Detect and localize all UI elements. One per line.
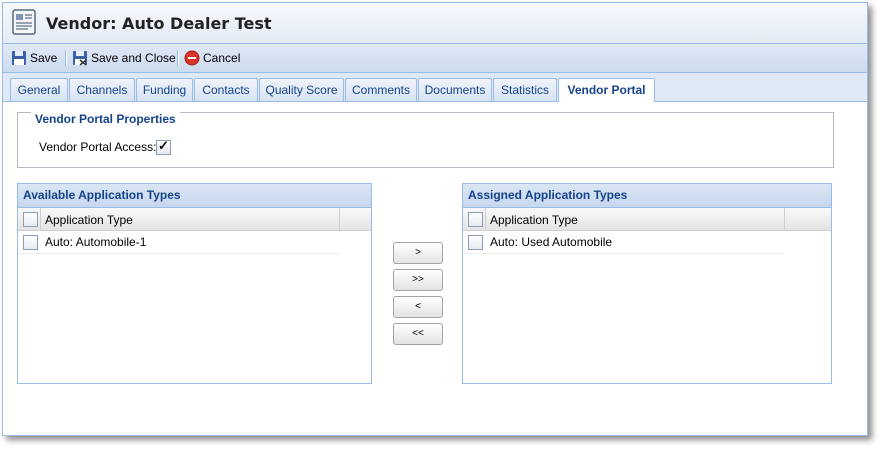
title-bar: Vendor: Auto Dealer Test: [3, 3, 867, 44]
tab-quality-score[interactable]: Quality Score: [259, 78, 344, 101]
column-separator: [485, 208, 486, 230]
save-and-close-label: Save and Close: [91, 51, 176, 65]
available-select-all-checkbox[interactable]: [23, 212, 38, 227]
remove-selected-button[interactable]: <: [393, 296, 443, 318]
available-row-value: Auto: Automobile-1: [45, 235, 147, 249]
tab-comments[interactable]: Comments: [345, 78, 417, 101]
save-and-close-button[interactable]: Save and Close: [72, 50, 176, 66]
tab-bar: General Channels Funding Contacts Qualit…: [3, 73, 867, 102]
cancel-circle-icon: [184, 50, 200, 66]
checkmark-icon: ✓: [158, 138, 169, 153]
tab-vendor-portal[interactable]: Vendor Portal: [558, 78, 655, 102]
assigned-table-row[interactable]: Auto: Used Automobile: [463, 231, 784, 254]
floppy-disk-icon: [12, 51, 26, 65]
vendor-window: Vendor: Auto Dealer Test Save Save and C…: [2, 2, 868, 436]
add-all-button[interactable]: >>: [393, 269, 443, 291]
tab-documents[interactable]: Documents: [418, 78, 492, 101]
available-application-types-panel: Available Application Types Application …: [17, 183, 372, 384]
assigned-application-types-panel: Assigned Application Types Application T…: [462, 183, 832, 384]
column-separator: [784, 208, 785, 230]
available-panel-title: Available Application Types: [18, 184, 371, 208]
available-row-checkbox[interactable]: [23, 235, 38, 250]
cancel-button[interactable]: Cancel: [184, 50, 244, 66]
toolbar-separator: [177, 50, 179, 66]
column-separator: [339, 208, 340, 230]
vendor-document-icon: [12, 9, 36, 35]
vendor-portal-content: Vendor Portal Properties Vendor Portal A…: [3, 102, 867, 435]
floppy-disk-close-icon: [73, 51, 87, 66]
vendor-portal-properties-legend: Vendor Portal Properties: [31, 112, 180, 126]
assigned-row-checkbox[interactable]: [468, 235, 483, 250]
tab-channels[interactable]: Channels: [69, 78, 135, 101]
available-column-header[interactable]: Application Type: [45, 213, 133, 227]
toolbar: Save Save and Close Cancel: [3, 44, 867, 73]
window-title: Vendor: Auto Dealer Test: [46, 14, 272, 33]
save-label: Save: [30, 51, 58, 65]
column-separator: [40, 208, 41, 230]
tab-statistics[interactable]: Statistics: [493, 78, 557, 101]
vendor-portal-access-checkbox[interactable]: ✓: [156, 138, 171, 155]
tab-general[interactable]: General: [10, 78, 68, 101]
assigned-select-all-checkbox[interactable]: [468, 212, 483, 227]
tab-funding[interactable]: Funding: [136, 78, 193, 101]
available-grid-header: Application Type: [18, 208, 371, 231]
assigned-column-header[interactable]: Application Type: [490, 213, 578, 227]
available-table-row[interactable]: Auto: Automobile-1: [18, 231, 339, 254]
cancel-label: Cancel: [203, 51, 241, 65]
add-selected-button[interactable]: >: [393, 242, 443, 264]
save-button[interactable]: Save: [11, 50, 57, 66]
toolbar-separator: [65, 50, 67, 66]
vendor-portal-access-label: Vendor Portal Access:: [39, 140, 157, 154]
assigned-row-value: Auto: Used Automobile: [490, 235, 613, 249]
remove-all-button[interactable]: <<: [393, 323, 443, 345]
assigned-panel-title: Assigned Application Types: [463, 184, 831, 208]
assigned-grid-header: Application Type: [463, 208, 831, 231]
tab-contacts[interactable]: Contacts: [194, 78, 258, 101]
